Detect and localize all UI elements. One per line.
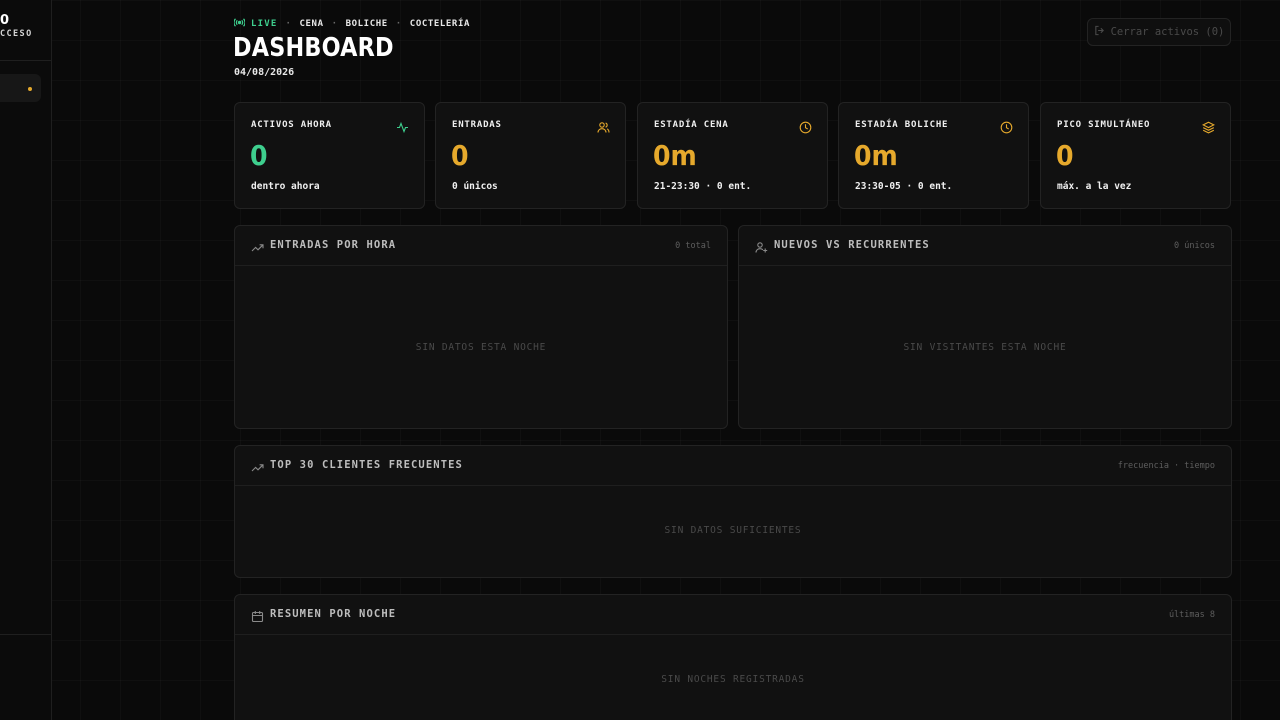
live-status-row: LIVE · CENA · BOLICHE · COCTELERÍA (233, 18, 470, 30)
kpi-label: ESTADÍA CENA (654, 120, 729, 130)
empty-state: SIN DATOS SUFICIENTES (664, 525, 802, 536)
panel-title: NUEVOS VS RECURRENTES (774, 239, 930, 251)
crumb-cena: CENA (299, 19, 324, 29)
kpi-value: 0 (451, 139, 469, 172)
panel-meta: últimas 8 (1168, 610, 1215, 620)
crumb-cocteleria: COCTELERÍA (409, 19, 470, 29)
logout-icon (1094, 25, 1105, 39)
empty-state: SIN NOCHES REGISTRADAS (661, 674, 805, 685)
sidebar: 0 CCESO (0, 0, 52, 720)
kpi-sub: máx. a la vez (1057, 181, 1132, 192)
panel-meta: frecuencia · tiempo (1117, 461, 1215, 471)
panel-title: RESUMEN POR NOCHE (270, 608, 397, 620)
close-active-label: Cerrar activos (0) (1110, 26, 1225, 38)
empty-state: SIN DATOS ESTA NOCHE (415, 342, 547, 353)
live-label: LIVE (251, 19, 278, 29)
kpi-estadia-boliche: ESTADÍA BOLICHE 0m 23:30-05 · 0 ent. (838, 102, 1029, 209)
panel-entradas-por-hora: ENTRADAS POR HORA 0 total SIN DATOS ESTA… (234, 225, 728, 429)
sidebar-divider-bottom (0, 634, 51, 635)
panel-meta: 0 total (675, 241, 711, 251)
panel-title: ENTRADAS POR HORA (270, 239, 397, 251)
kpi-value: 0m (854, 139, 898, 172)
trending-up-icon (251, 239, 264, 252)
panel-nuevos-vs-recurrentes: NUEVOS VS RECURRENTES 0 únicos SIN VISIT… (738, 225, 1232, 429)
broadcast-icon (233, 18, 246, 30)
panel-resumen-por-noche: RESUMEN POR NOCHE últimas 8 SIN NOCHES R… (234, 594, 1232, 720)
kpi-label: PICO SIMULTÁNEO (1057, 120, 1151, 130)
kpi-value: 0 (250, 139, 268, 172)
kpi-value: 0m (653, 139, 697, 172)
panel-title: TOP 30 CLIENTES FRECUENTES (270, 459, 463, 471)
kpi-activos-ahora: ACTIVOS AHORA 0 dentro ahora (234, 102, 425, 209)
panel-header: TOP 30 CLIENTES FRECUENTES frecuencia · … (235, 446, 1231, 486)
activity-icon (396, 119, 409, 134)
empty-state: SIN VISITANTES ESTA NOCHE (903, 342, 1067, 353)
panel-top-clientes: TOP 30 CLIENTES FRECUENTES frecuencia · … (234, 445, 1232, 578)
kpi-entradas: ENTRADAS 0 0 únicos (435, 102, 626, 209)
kpi-label: ESTADÍA BOLICHE (855, 120, 949, 130)
kpi-sub: 23:30-05 · 0 ent. (855, 181, 953, 192)
kpi-estadia-cena: ESTADÍA CENA 0m 21-23:30 · 0 ent. (637, 102, 828, 209)
sidebar-item-dashboard[interactable] (0, 74, 41, 102)
page-title: DASHBOARD (233, 33, 394, 63)
layers-icon (1201, 119, 1216, 134)
crumb-boliche: BOLICHE (345, 19, 388, 29)
panel-header: ENTRADAS POR HORA 0 total (235, 226, 727, 266)
kpi-label: ACTIVOS AHORA (251, 120, 332, 130)
kpi-value: 0 (1056, 139, 1074, 172)
active-indicator-dot (28, 87, 32, 91)
kpi-pico-simultaneo: PICO SIMULTÁNEO 0 máx. a la vez (1040, 102, 1231, 209)
sidebar-divider (0, 60, 51, 61)
panel-header: NUEVOS VS RECURRENTES 0 únicos (739, 226, 1231, 266)
panel-header: RESUMEN POR NOCHE últimas 8 (235, 595, 1231, 635)
kpi-label: ENTRADAS (452, 120, 502, 130)
brand-subtitle: CCESO (0, 29, 33, 39)
clock-icon (1000, 119, 1013, 134)
users-icon (597, 119, 610, 133)
user-plus-icon (755, 239, 768, 253)
trending-up-icon (251, 459, 264, 472)
page-date: 04/08/2026 (234, 67, 295, 78)
calendar-icon (251, 608, 264, 623)
close-active-button[interactable]: Cerrar activos (0) (1087, 18, 1231, 46)
clock-icon (799, 119, 812, 134)
kpi-sub: dentro ahora (251, 181, 320, 192)
brand-mark: 0 (0, 13, 10, 28)
kpi-sub: 0 únicos (452, 181, 498, 192)
kpi-sub: 21-23:30 · 0 ent. (654, 181, 752, 192)
panel-meta: 0 únicos (1174, 241, 1215, 251)
